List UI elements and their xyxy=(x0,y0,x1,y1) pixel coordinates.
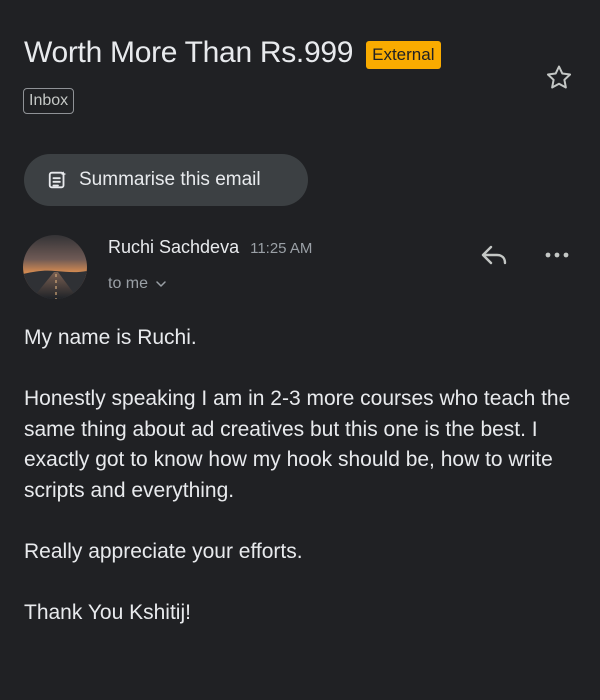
chevron-down-icon[interactable] xyxy=(155,278,167,290)
email-subject: Worth More Than Rs.999 xyxy=(24,36,354,69)
body-paragraph-feedback: Honestly speaking I am in 2-3 more cours… xyxy=(24,387,571,502)
sent-time: 11:25 AM xyxy=(250,240,313,257)
external-badge: External xyxy=(366,41,441,69)
sender-row[interactable]: Ruchi Sachdeva 11:25 AM xyxy=(108,234,312,260)
recipient-text: to me xyxy=(108,275,149,292)
email-body: My name is Ruchi. Honestly speaking I am… xyxy=(24,323,576,628)
more-options-icon[interactable] xyxy=(542,244,572,266)
summarise-email-button[interactable]: Summarise this email xyxy=(24,154,308,206)
body-paragraph-greeting: My name is Ruchi. xyxy=(24,326,197,349)
recipient-row[interactable]: to me xyxy=(108,272,167,296)
summarise-email-label: Summarise this email xyxy=(79,169,261,190)
inbox-label[interactable]: Inbox xyxy=(23,88,75,114)
sender-avatar[interactable] xyxy=(23,235,87,299)
star-icon[interactable] xyxy=(544,63,574,93)
body-paragraph-thanks: Thank You Kshitij! xyxy=(24,600,191,624)
body-paragraph-appreciation: Really appreciate your efforts. xyxy=(24,539,303,563)
email-subject-row: Worth More Than Rs.999 External xyxy=(24,30,544,76)
reply-icon[interactable] xyxy=(478,241,510,269)
sender-name: Ruchi Sachdeva xyxy=(108,237,240,257)
summary-icon xyxy=(48,171,67,189)
